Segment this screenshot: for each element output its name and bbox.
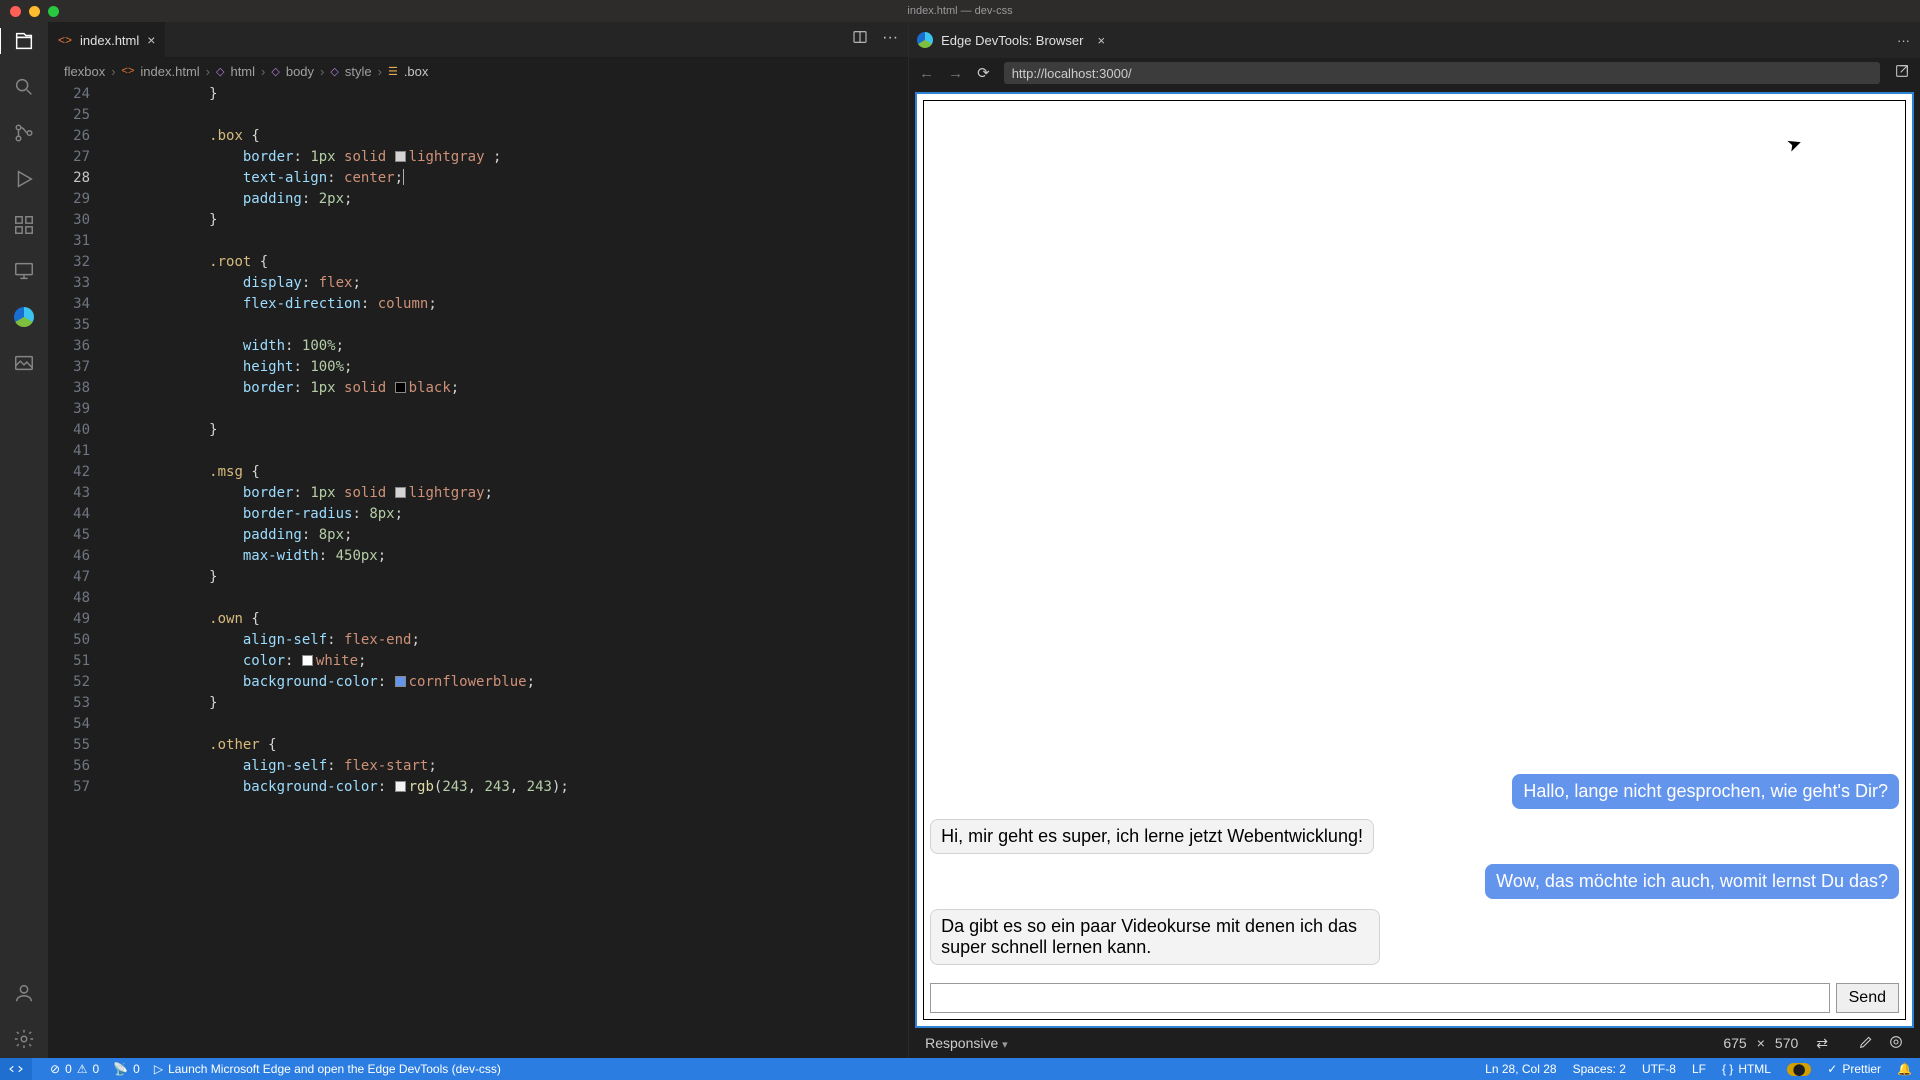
status-bar: ⊘0 ⚠0 📡0 ▷ Launch Microsoft Edge and ope… bbox=[0, 1058, 1920, 1080]
status-cursor[interactable]: Ln 28, Col 28 bbox=[1485, 1062, 1556, 1076]
dimension-separator-icon: × bbox=[1757, 1035, 1765, 1051]
chevron-down-icon: ▾ bbox=[1002, 1039, 1008, 1051]
broadcast-icon: 📡 bbox=[113, 1062, 128, 1076]
html-file-icon: <> bbox=[58, 33, 72, 47]
status-problems[interactable]: ⊘0 ⚠0 bbox=[50, 1062, 99, 1076]
popout-icon[interactable] bbox=[1894, 63, 1910, 83]
remote-indicator[interactable] bbox=[0, 1058, 32, 1080]
traffic-lights bbox=[0, 6, 59, 17]
status-language[interactable]: { } HTML bbox=[1722, 1062, 1771, 1076]
search-icon[interactable] bbox=[11, 74, 37, 100]
maximize-window-button[interactable] bbox=[48, 6, 59, 17]
editor-tab-row: <> index.html × ··· bbox=[48, 22, 908, 58]
close-tab-icon[interactable]: × bbox=[1097, 33, 1105, 48]
editor-tab-actions: ··· bbox=[852, 29, 908, 50]
status-encoding[interactable]: UTF-8 bbox=[1642, 1062, 1676, 1076]
chat-message-other: Hi, mir geht es super, ich lerne jetzt W… bbox=[930, 819, 1374, 854]
error-icon: ⊘ bbox=[50, 1062, 60, 1076]
chat-message-own: Wow, das möchte ich auch, womit lernst D… bbox=[1485, 864, 1899, 899]
chat-message-other: Da gibt es so ein paar Videokurse mit de… bbox=[930, 909, 1380, 965]
editor-tab-index-html[interactable]: <> index.html × bbox=[48, 22, 165, 58]
check-icon: ✓ bbox=[1827, 1062, 1837, 1076]
devtools-tab[interactable]: Edge DevTools: Browser × bbox=[917, 32, 1105, 48]
chevron-right-icon: › bbox=[261, 64, 265, 79]
window-title: index.html — dev-css bbox=[907, 5, 1012, 17]
status-launch[interactable]: ▷ Launch Microsoft Edge and open the Edg… bbox=[154, 1062, 501, 1076]
split-editor-icon[interactable] bbox=[852, 29, 868, 50]
chat-root: Hallo, lange nicht gesprochen, wie geht'… bbox=[923, 100, 1906, 1020]
chevron-right-icon: › bbox=[320, 64, 324, 79]
minimize-window-button[interactable] bbox=[29, 6, 40, 17]
status-eol[interactable]: LF bbox=[1692, 1062, 1706, 1076]
breadcrumb-item[interactable]: style bbox=[345, 64, 372, 79]
warning-icon: ⚠ bbox=[77, 1062, 88, 1076]
symbol-css-icon: ☰ bbox=[388, 65, 398, 78]
code-editor[interactable]: 2425262728293031323334353637383940414243… bbox=[48, 84, 908, 1058]
chat-send-button[interactable]: Send bbox=[1836, 983, 1899, 1013]
device-select[interactable]: Responsive ▾ bbox=[925, 1035, 1008, 1051]
edge-tools-icon[interactable] bbox=[11, 304, 37, 330]
close-window-button[interactable] bbox=[10, 6, 21, 17]
target-icon[interactable] bbox=[1888, 1034, 1904, 1053]
play-icon: ▷ bbox=[154, 1062, 163, 1076]
symbol-icon: ◇ bbox=[271, 65, 279, 78]
devtools-tab-label: Edge DevTools: Browser bbox=[941, 33, 1083, 48]
extensions-icon[interactable] bbox=[11, 212, 37, 238]
rotate-icon[interactable]: ⇄ bbox=[1816, 1035, 1828, 1052]
chat-input[interactable] bbox=[930, 983, 1830, 1013]
chevron-right-icon: › bbox=[378, 64, 382, 79]
devtools-more-icon[interactable]: ··· bbox=[1897, 33, 1920, 48]
breadcrumb-item[interactable]: index.html bbox=[140, 64, 199, 79]
status-spaces[interactable]: Spaces: 2 bbox=[1573, 1062, 1626, 1076]
device-toolbar: Responsive ▾ 675 × 570 ⇄ bbox=[915, 1028, 1914, 1058]
devtools-tab-row: Edge DevTools: Browser × ··· bbox=[909, 22, 1920, 58]
page-preview[interactable]: ➤ Hallo, lange nicht gesprochen, wie geh… bbox=[915, 92, 1914, 1028]
more-actions-icon[interactable]: ··· bbox=[882, 29, 898, 50]
activity-bar bbox=[0, 22, 48, 1058]
code-icon: { } bbox=[1722, 1062, 1733, 1076]
settings-gear-icon[interactable] bbox=[11, 1026, 37, 1052]
url-input[interactable]: http://localhost:3000/ bbox=[1004, 62, 1880, 84]
gallery-icon[interactable] bbox=[11, 350, 37, 376]
status-ports[interactable]: 📡0 bbox=[113, 1062, 140, 1076]
back-button[interactable]: ← bbox=[919, 65, 934, 82]
mac-titlebar: index.html — dev-css bbox=[0, 0, 1920, 22]
forward-button[interactable]: → bbox=[948, 65, 963, 82]
browser-navbar: ← → ⟳ http://localhost:3000/ bbox=[909, 58, 1920, 88]
chevron-right-icon: › bbox=[111, 64, 115, 79]
remote-explorer-icon[interactable] bbox=[11, 258, 37, 284]
explorer-icon[interactable] bbox=[0, 28, 47, 54]
run-debug-icon[interactable] bbox=[11, 166, 37, 192]
edge-icon bbox=[917, 32, 933, 48]
symbol-icon: ◇ bbox=[330, 65, 338, 78]
breadcrumb-item[interactable]: flexbox bbox=[64, 64, 105, 79]
editor-tab-label: index.html bbox=[80, 33, 139, 48]
breadcrumb-item[interactable]: body bbox=[286, 64, 314, 79]
chat-compose: Send bbox=[930, 983, 1899, 1013]
html-file-icon: <> bbox=[122, 65, 135, 77]
viewport-width[interactable]: 675 bbox=[1723, 1035, 1746, 1051]
edit-icon[interactable] bbox=[1858, 1034, 1874, 1053]
chat-message-own: Hallo, lange nicht gesprochen, wie geht'… bbox=[1512, 774, 1899, 809]
notifications-bell-icon[interactable]: 🔔 bbox=[1897, 1062, 1912, 1076]
status-badge[interactable]: ⬤ bbox=[1787, 1063, 1811, 1076]
reload-button[interactable]: ⟳ bbox=[977, 64, 990, 82]
breadcrumb-item[interactable]: .box bbox=[404, 64, 429, 79]
close-tab-icon[interactable]: × bbox=[147, 32, 155, 48]
source-control-icon[interactable] bbox=[11, 120, 37, 146]
viewport-height[interactable]: 570 bbox=[1775, 1035, 1798, 1051]
breadcrumb[interactable]: flexbox › <> index.html › ◇ html › ◇ bod… bbox=[48, 58, 908, 84]
status-prettier[interactable]: ✓ Prettier bbox=[1827, 1062, 1881, 1076]
chevron-right-icon: › bbox=[206, 64, 210, 79]
accounts-icon[interactable] bbox=[11, 980, 37, 1006]
breadcrumb-item[interactable]: html bbox=[230, 64, 255, 79]
symbol-icon: ◇ bbox=[216, 65, 224, 78]
